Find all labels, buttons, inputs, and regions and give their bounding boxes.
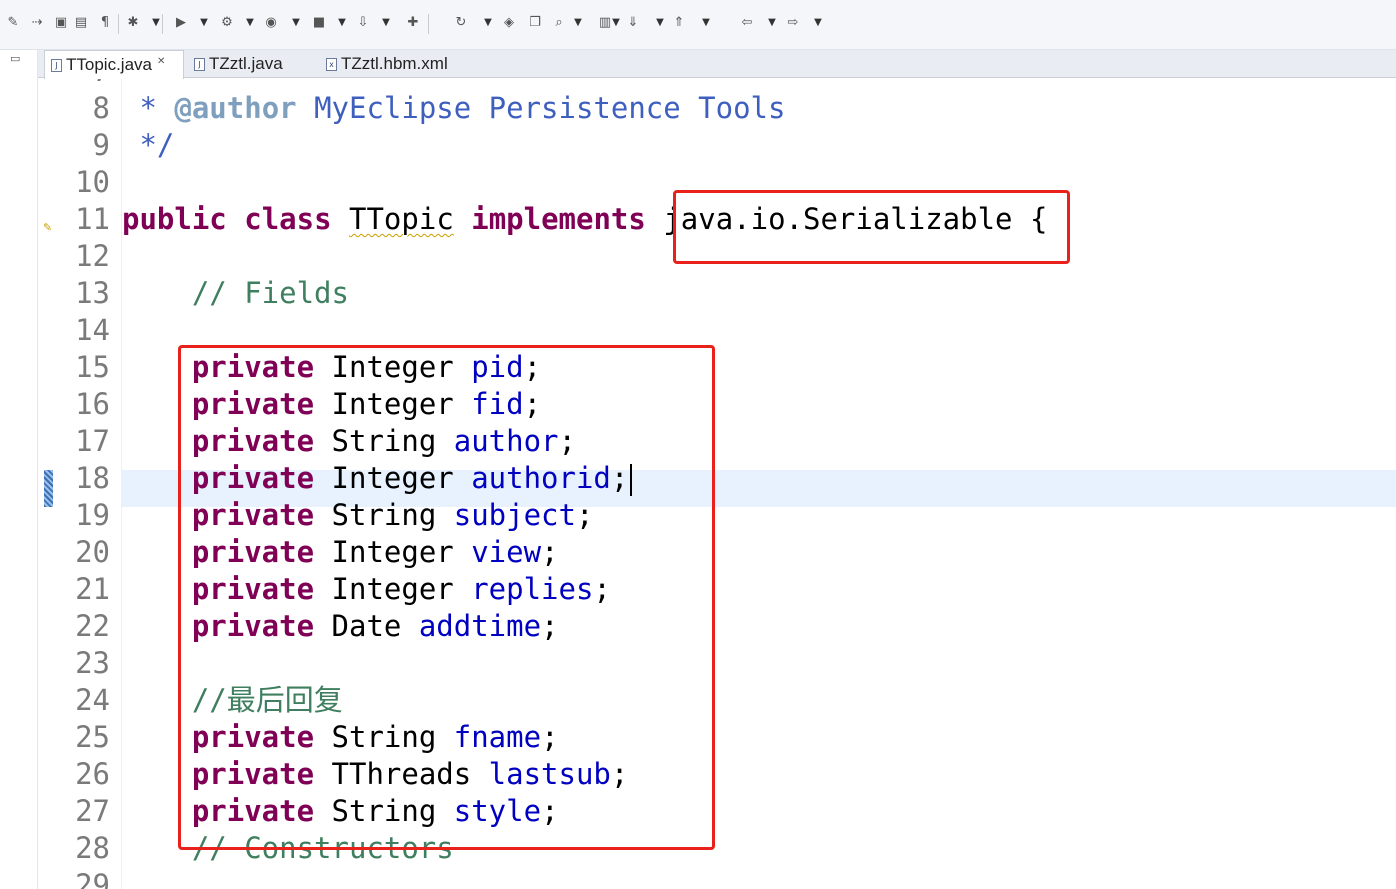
line-number: 13 xyxy=(75,276,110,310)
line-number: 25 xyxy=(75,720,110,754)
line-number: 22 xyxy=(75,609,110,643)
implements-highlight-box xyxy=(673,190,1070,264)
run-ext-icon[interactable]: ⚙ xyxy=(218,14,236,32)
dropdown-arrow-icon[interactable]: ▼ xyxy=(482,14,494,32)
code-text: * @author MyEclipse Persistence Tools xyxy=(122,90,785,127)
code-token: * xyxy=(122,91,175,125)
line-number: 23 xyxy=(75,646,110,680)
main-toolbar: ✎ ⇢ ▣ ▤ ¶ ✱ ▼ ▶ ▼ ⚙ ▼ ◉ ▼ ■ ▼ ⇩ ▼ ✚ ↻ ▼ ◈ ❐ ⌕ ▼ ▥ ▼ ⇓ ▼ ⇑ ▼ ⇦ ▼ ⇨ ▼ xyxy=(0,0,1396,50)
prev-annotation-icon[interactable]: ⇑ xyxy=(670,14,688,32)
code-line[interactable]: 8 * @author MyEclipse Persistence Tools xyxy=(38,90,1396,127)
dropdown-arrow-icon[interactable]: ▼ xyxy=(290,14,302,32)
dropdown-arrow-icon[interactable]: ▼ xyxy=(812,14,824,32)
code-text: // Fields xyxy=(122,275,349,312)
editor-tab-bar: J TTopic.java ✕ J TZztl.java x TZztl.hbm.xml xyxy=(38,50,1396,79)
deploy-icon[interactable]: ⇩ xyxy=(354,14,372,32)
link-icon[interactable]: ⇢ xyxy=(28,14,46,32)
tab-label: TZztl.java xyxy=(209,54,283,73)
search-icon[interactable]: ⌕ xyxy=(550,14,568,32)
tab-tzztl-java[interactable]: J TZztl.java xyxy=(188,50,316,78)
new-wizard-icon[interactable]: ✚ xyxy=(404,14,422,32)
code-editor[interactable]: ✎ 7 *8 * @author MyEclipse Persistence T… xyxy=(38,79,1396,889)
line-number: 21 xyxy=(75,572,110,606)
run-icon[interactable]: ▶ xyxy=(172,14,190,32)
code-line[interactable]: 29 xyxy=(38,867,1396,889)
toolbar-separator xyxy=(118,14,119,34)
java-file-icon: J xyxy=(51,58,62,72)
line-number: 7 xyxy=(38,79,110,90)
line-number: 26 xyxy=(75,757,110,791)
dropdown-arrow-icon[interactable]: ▼ xyxy=(198,14,210,32)
dropdown-arrow-icon[interactable]: ▼ xyxy=(766,14,778,32)
forward-icon[interactable]: ⇨ xyxy=(784,14,802,32)
code-token: @author xyxy=(174,91,297,125)
code-token: // Fields xyxy=(122,276,349,310)
debug-icon[interactable]: ✱ xyxy=(124,14,142,32)
left-trim-strip xyxy=(0,50,38,889)
pilcrow-icon[interactable]: ¶ xyxy=(96,14,114,32)
xml-file-icon: x xyxy=(326,57,337,71)
line-number: 16 xyxy=(75,387,110,421)
code-token: TTopic xyxy=(349,202,454,236)
edit-icon[interactable]: ✎ xyxy=(4,14,22,32)
toolbar-separator xyxy=(162,14,163,34)
line-number: 27 xyxy=(75,794,110,828)
line-number: 28 xyxy=(75,831,110,865)
print-icon[interactable]: ▤ xyxy=(72,14,90,32)
line-number: 15 xyxy=(75,350,110,384)
dropdown-arrow-icon[interactable]: ▼ xyxy=(244,14,256,32)
tab-ttopic-java[interactable]: J TTopic.java ✕ xyxy=(44,50,184,79)
line-number: 14 xyxy=(75,313,110,347)
code-line[interactable]: 9 */ xyxy=(38,127,1396,164)
back-icon[interactable]: ⇦ xyxy=(738,14,756,32)
save-all-icon[interactable]: ▣ xyxy=(52,14,70,32)
code-token: class xyxy=(244,202,332,236)
code-token: MyEclipse Persistence Tools xyxy=(296,91,786,125)
line-number: 24 xyxy=(75,683,110,717)
dropdown-arrow-icon[interactable]: ▼ xyxy=(336,14,348,32)
code-token: implements xyxy=(471,202,646,236)
line-number: 12 xyxy=(75,239,110,273)
line-number: 8 xyxy=(92,91,110,125)
line-number: 18 xyxy=(75,461,110,495)
code-text: */ xyxy=(122,127,174,164)
line-number: 19 xyxy=(75,498,110,532)
tab-label: TZztl.hbm.xml xyxy=(341,54,448,73)
java-file-icon: J xyxy=(194,57,205,71)
dropdown-arrow-icon[interactable]: ▼ xyxy=(700,14,712,32)
minimize-icon[interactable]: ▭ xyxy=(10,53,22,64)
line-number: 10 xyxy=(75,165,110,199)
refresh-icon[interactable]: ↻ xyxy=(452,14,470,32)
fields-highlight-box xyxy=(178,345,715,850)
code-line[interactable]: 14 xyxy=(38,312,1396,349)
code-line[interactable]: 13 // Fields xyxy=(38,275,1396,312)
line-number: 11 xyxy=(75,202,110,236)
line-number: 29 xyxy=(75,868,110,889)
tab-label: TTopic.java xyxy=(66,55,152,74)
line-number: 9 xyxy=(92,128,110,162)
dropdown-arrow-icon[interactable]: ▼ xyxy=(610,14,622,32)
dropdown-arrow-icon[interactable]: ▼ xyxy=(654,14,666,32)
close-icon[interactable]: ✕ xyxy=(157,56,165,67)
next-annotation-icon[interactable]: ⇓ xyxy=(624,14,642,32)
open-type-icon[interactable]: ◈ xyxy=(500,14,518,32)
coverage-icon[interactable]: ◉ xyxy=(262,14,280,32)
code-text: * xyxy=(122,79,156,90)
line-number: 17 xyxy=(75,424,110,458)
dropdown-arrow-icon[interactable]: ▼ xyxy=(150,14,162,32)
code-token: * xyxy=(122,79,156,88)
code-line[interactable]: 7 * xyxy=(38,79,1396,90)
stop-icon[interactable]: ■ xyxy=(310,14,328,32)
open-folder-icon[interactable]: ❐ xyxy=(526,14,544,32)
code-token: public xyxy=(122,202,227,236)
tab-tzztl-hbm-xml[interactable]: x TZztl.hbm.xml xyxy=(320,50,470,78)
dropdown-arrow-icon[interactable]: ▼ xyxy=(572,14,584,32)
code-token: */ xyxy=(122,128,175,162)
line-number: 20 xyxy=(75,535,110,569)
dropdown-arrow-icon[interactable]: ▼ xyxy=(380,14,392,32)
toolbar-separator xyxy=(428,14,429,34)
